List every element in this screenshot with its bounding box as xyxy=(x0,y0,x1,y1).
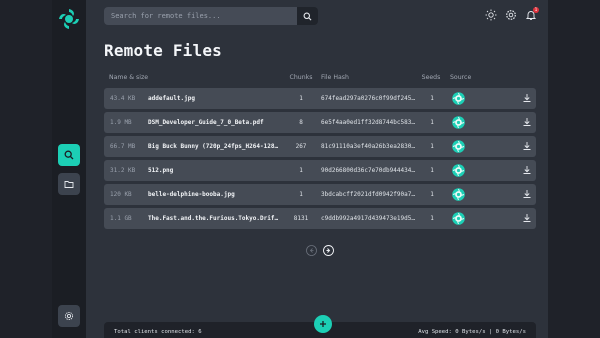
main-panel: 1 Remote Files Name & size Chunks File H… xyxy=(86,0,548,338)
theme-toggle-button[interactable] xyxy=(485,9,497,21)
search-input[interactable] xyxy=(104,7,298,25)
file-name: 512.png xyxy=(148,167,174,174)
col-header-seeds: Seeds xyxy=(421,74,441,81)
file-chunks: 1 xyxy=(299,167,303,174)
file-seeds: 1 xyxy=(430,119,434,126)
file-size: 1.1 GB xyxy=(110,215,132,222)
search-icon xyxy=(303,12,312,20)
file-size: 43.4 KB xyxy=(110,95,136,102)
next-page-button[interactable] xyxy=(323,245,334,256)
settings-icon xyxy=(64,311,74,321)
prev-page-button[interactable] xyxy=(306,245,317,256)
file-chunks: 1 xyxy=(299,95,303,102)
gear-icon xyxy=(506,10,516,20)
table-row[interactable]: 66.7 MB Big Buck Bunny (720p_24fps_H264-… xyxy=(104,136,536,157)
file-hash: 6e5f4aa0ed1ff32d8744bc583... xyxy=(321,119,415,126)
peer-avatar-icon xyxy=(452,92,465,105)
table-row[interactable]: 1.9 MB DSM_Developer_Guide_7_0_Beta.pdf … xyxy=(104,112,536,133)
col-header-chunks: Chunks xyxy=(289,74,313,81)
download-icon[interactable] xyxy=(522,117,532,127)
file-name: The.Fast.and.the.Furious.Tokyo.Drift... xyxy=(148,215,280,222)
settings-nav-button[interactable] xyxy=(58,305,80,327)
sidebar xyxy=(52,0,86,338)
avg-speed: Avg Speed: 0 Bytes/s | 0 Bytes/s xyxy=(418,329,526,335)
file-chunks: 8131 xyxy=(293,215,309,222)
table-row[interactable]: 43.4 KB addefault.jpg 1 674fead297a0276c… xyxy=(104,88,536,109)
file-hash: 674fead297a0276c0f99df245... xyxy=(321,95,415,102)
file-name: belle-delphine-booba.jpg xyxy=(148,191,235,198)
col-header-hash: File Hash xyxy=(321,74,349,81)
logo-icon xyxy=(57,7,81,31)
peer-avatar-icon xyxy=(452,164,465,177)
file-seeds: 1 xyxy=(430,167,434,174)
file-seeds: 1 xyxy=(430,143,434,150)
chevron-right-icon xyxy=(323,245,334,256)
file-seeds: 1 xyxy=(430,191,434,198)
col-header-source: Source xyxy=(450,74,472,81)
search-nav-button[interactable] xyxy=(58,144,80,166)
file-chunks: 8 xyxy=(299,119,303,126)
peer-avatar-icon xyxy=(452,188,465,201)
file-hash: 81c91110a3ef40a26b3ea2830... xyxy=(321,143,415,150)
left-backdrop xyxy=(0,0,52,338)
folder-icon xyxy=(64,181,74,188)
file-name: Big Buck Bunny (720p_24fps_H264-128kb... xyxy=(148,143,280,150)
file-name: DSM_Developer_Guide_7_0_Beta.pdf xyxy=(148,119,264,126)
table-row[interactable]: 1.1 GB The.Fast.and.the.Furious.Tokyo.Dr… xyxy=(104,208,536,229)
search-icon xyxy=(64,150,74,160)
right-backdrop xyxy=(548,0,600,338)
file-name: addefault.jpg xyxy=(148,95,195,102)
plus-icon xyxy=(320,321,326,327)
table-row[interactable]: 31.2 KB 512.png 1 90d266800d36c7e70db944… xyxy=(104,160,536,181)
page-title: Remote Files xyxy=(104,41,222,60)
chevron-left-icon xyxy=(306,245,317,256)
table-row[interactable]: 120 KB belle-delphine-booba.jpg 1 3bdcab… xyxy=(104,184,536,205)
files-nav-button[interactable] xyxy=(58,173,80,195)
peer-avatar-icon xyxy=(452,140,465,153)
peer-avatar-icon xyxy=(452,212,465,225)
file-hash: 3bdcabcff2021dfd0942f90a7... xyxy=(321,191,415,198)
file-chunks: 267 xyxy=(295,143,307,150)
file-seeds: 1 xyxy=(430,95,434,102)
file-size: 66.7 MB xyxy=(110,143,136,150)
file-seeds: 1 xyxy=(430,215,434,222)
file-size: 1.9 MB xyxy=(110,119,132,126)
download-icon[interactable] xyxy=(522,141,532,151)
download-icon[interactable] xyxy=(522,165,532,175)
file-hash: c9ddb992a4917d439473e19d5... xyxy=(321,215,415,222)
file-hash: 90d266800d36c7e70db944434... xyxy=(321,167,415,174)
notification-badge: 1 xyxy=(533,7,539,13)
search-button[interactable] xyxy=(297,7,318,25)
file-size: 31.2 KB xyxy=(110,167,136,174)
settings-button[interactable] xyxy=(505,9,517,21)
download-icon[interactable] xyxy=(522,213,532,223)
download-icon[interactable] xyxy=(522,189,532,199)
clients-connected: Total clients connected: 6 xyxy=(114,329,202,335)
col-header-name-size: Name & size xyxy=(109,74,149,81)
download-icon[interactable] xyxy=(522,93,532,103)
add-file-button[interactable] xyxy=(314,315,332,333)
sun-icon xyxy=(485,9,497,21)
file-size: 120 KB xyxy=(110,191,132,198)
file-chunks: 1 xyxy=(299,191,303,198)
peer-avatar-icon xyxy=(452,116,465,129)
